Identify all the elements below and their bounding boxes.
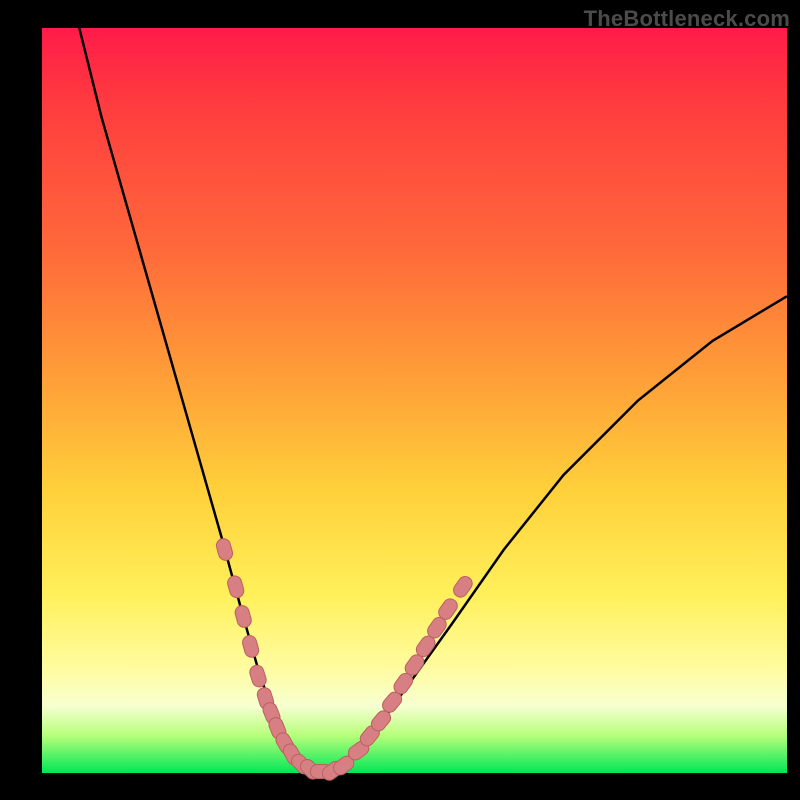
bottleneck-curve	[79, 28, 787, 773]
data-marker	[234, 604, 253, 629]
data-marker	[226, 574, 245, 599]
data-marker	[241, 634, 260, 659]
marker-group	[215, 537, 475, 783]
data-marker	[248, 664, 268, 689]
data-marker	[215, 537, 234, 562]
chart-overlay-svg	[42, 28, 787, 773]
chart-frame: TheBottleneck.com	[0, 0, 800, 800]
